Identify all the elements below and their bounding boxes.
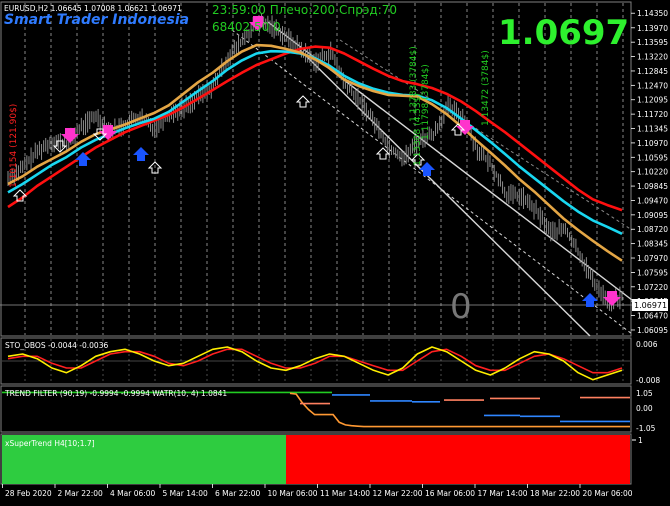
time-tick-label: 17 Mar 14:00: [478, 489, 528, 498]
price-tick-label: 1.13595: [637, 38, 668, 47]
time-tick-label: 2 Mar 22:00: [58, 489, 104, 498]
trend-tick-mid: 0.00: [636, 404, 653, 413]
price-tick-label: 1.12845: [637, 67, 668, 76]
price-tick-label: 1.13970: [637, 24, 668, 33]
price-tick-label: 1.08720: [637, 225, 668, 234]
info-line-1: 23:59:00 Плечо:200 Спрэд:70: [212, 3, 397, 17]
price-tick-label: 1.07220: [637, 283, 668, 292]
current-price-label: 1.06971: [634, 301, 667, 310]
brand-label: Smart Trader Indonesia: [4, 12, 189, 28]
stoch-tick-top: 0.006: [636, 340, 658, 349]
chart-canvas: 1.10154 (121.90$) 1.13308 (4.53$) 1.1179…: [0, 0, 670, 502]
time-tick-label: 10 Mar 06:00: [268, 489, 318, 498]
price-tick-label: 1.08345: [637, 240, 668, 249]
annotation-label: 1.11798 (3784$): [421, 64, 431, 140]
time-tick-label: 28 Feb 2020: [5, 489, 52, 498]
stoch-tick-bottom: -0.008: [636, 376, 660, 385]
price-tick-label: 1.11720: [637, 110, 668, 119]
time-tick-label: 6 Mar 22:00: [215, 489, 261, 498]
big-price: 1.0697: [498, 13, 629, 53]
price-tick-label: 1.12470: [637, 81, 668, 90]
supertrend-tick-label: 1: [638, 436, 643, 445]
price-tick-label: 1.10595: [637, 153, 668, 162]
price-tick-label: 1.12095: [637, 96, 668, 105]
price-tick-label: 1.13220: [637, 53, 668, 62]
time-tick-label: 11 Mar 14:00: [320, 489, 370, 498]
annotation-label: 1.10154 (121.90$): [9, 104, 19, 188]
price-axis: 1.14350 1.13970 1.13595 1.13220 1.12845 1.124…: [631, 9, 668, 335]
time-tick-label: 5 Mar 14:00: [163, 489, 209, 498]
price-tick-label: 1.10220: [637, 168, 668, 177]
trend-title: TREND FILTER (90,19) -0.9994 -0.9994 WAT…: [4, 389, 227, 398]
annotation-label: 1.13472 (3784$): [481, 50, 491, 126]
price-tick-label: 1.07595: [637, 268, 668, 277]
price-tick-label: 1.09095: [637, 211, 668, 220]
price-tick-label: 1.09845: [637, 182, 668, 191]
time-tick-label: 4 Mar 06:00: [110, 489, 156, 498]
trend-tick-top: 1.05: [636, 389, 653, 398]
annotation-label: 1.13783 (3784$): [409, 46, 419, 122]
price-tick-label: 1.07970: [637, 254, 668, 263]
info-line-2: 68402.50 0: [212, 20, 281, 34]
price-tick-label: 1.14350: [637, 9, 668, 18]
chart-window: 1.10154 (121.90$) 1.13308 (4.53$) 1.1179…: [0, 0, 670, 502]
supertrend-bar-down: [286, 435, 630, 484]
trend-tick-bottom: -1.05: [636, 424, 656, 433]
price-tick-label: 1.06470: [637, 312, 668, 321]
time-tick-label: 18 Mar 22:00: [530, 489, 580, 498]
price-tick-label: 1.09470: [637, 196, 668, 205]
time-tick-label: 16 Mar 06:00: [425, 489, 475, 498]
supertrend-title: xSuperTrend H4[10;1.7]: [5, 439, 95, 448]
price-tick-label: 1.06095: [637, 326, 668, 335]
time-tick-label: 12 Mar 22:00: [373, 489, 423, 498]
price-tick-label: 1.11345: [637, 125, 668, 134]
stoch-title: STO_OBOS -0.0044 -0.0036: [5, 341, 108, 350]
price-tick-label: 1.10970: [637, 139, 668, 148]
counter-label: 0: [450, 287, 472, 327]
time-tick-label: 20 Mar 06:00: [583, 489, 633, 498]
